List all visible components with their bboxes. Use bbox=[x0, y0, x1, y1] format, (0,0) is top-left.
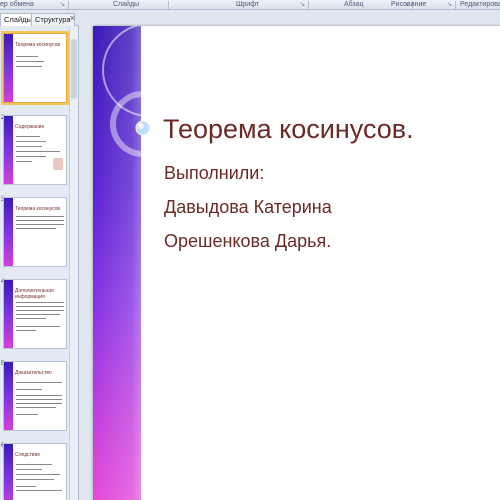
slides-pane: Слайды Структура × 1 Теорема косинусов 2… bbox=[0, 11, 79, 500]
thumbnail-text-line bbox=[16, 389, 42, 390]
ribbon-group-editing[interactable]: Редактирование bbox=[460, 0, 500, 10]
ribbon-group-labels: ер обмена ↘ Слайды Шрифт ↘ Абзац ↘ Рисов… bbox=[0, 0, 500, 10]
pane-tabs: Слайды Структура × bbox=[0, 11, 79, 26]
scrollbar-thumb[interactable] bbox=[71, 39, 77, 99]
ribbon-group-paragraph[interactable]: Абзац bbox=[344, 0, 364, 10]
ribbon-group-font[interactable]: Шрифт bbox=[236, 0, 259, 10]
thumbnail-text-line bbox=[16, 146, 42, 147]
thumbnail-text-line bbox=[16, 395, 62, 396]
slide-thumbnail-1[interactable]: Теорема косинусов bbox=[1, 31, 69, 105]
slide-thumbnail-6[interactable]: Следствие bbox=[3, 443, 67, 500]
thumbnail-strip bbox=[4, 198, 13, 266]
thumbnail-picture bbox=[53, 158, 63, 170]
thumbnail-text-line bbox=[16, 330, 36, 331]
thumbnail-title: Теорема косинусов bbox=[15, 42, 61, 48]
thumbnail-text-line bbox=[16, 56, 38, 57]
ribbon-divider bbox=[68, 1, 69, 9]
thumbnail-text-line bbox=[16, 141, 46, 142]
thumbnail-text-line bbox=[16, 474, 60, 475]
thumbnail-text-line bbox=[16, 314, 60, 315]
thumbnail-strip bbox=[4, 116, 13, 184]
slide-thumbnail-5[interactable]: Доказательство bbox=[3, 361, 67, 431]
thumbnail-text-line bbox=[16, 407, 56, 408]
thumbnail-strip bbox=[4, 280, 13, 348]
thumbnail-text-line bbox=[16, 151, 60, 152]
thumbnail-title: Содержание bbox=[15, 124, 45, 130]
thumbnail-text-line bbox=[16, 479, 54, 480]
slide-canvas[interactable]: Теорема косинусов. Выполнили: Давыдова К… bbox=[93, 26, 500, 500]
slide-body-text[interactable]: Выполнили: Давыдова Катерина Орешенкова … bbox=[164, 156, 332, 258]
thumbnail-text-line bbox=[16, 306, 64, 307]
thumbnail-strip bbox=[4, 362, 13, 430]
thumbnail-title: Следствие bbox=[15, 452, 41, 458]
thumbnail-text-line bbox=[16, 414, 38, 415]
drawing-launcher-icon[interactable]: ↘ bbox=[447, 2, 453, 8]
thumbnail-text-line bbox=[16, 302, 64, 303]
body-line: Орешенкова Дарья. bbox=[164, 231, 332, 251]
thumbnail-text-line bbox=[16, 66, 42, 67]
ribbon-divider bbox=[455, 1, 456, 9]
font-launcher-icon[interactable]: ↘ bbox=[300, 2, 306, 8]
thumbnail-text-line bbox=[16, 310, 64, 311]
tab-outline[interactable]: Структура bbox=[31, 13, 75, 26]
slide-title[interactable]: Теорема косинусов. bbox=[163, 114, 414, 145]
thumbnail-text-line bbox=[16, 216, 64, 217]
slide-thumbnail-3[interactable]: Теорема косинусов bbox=[3, 197, 67, 267]
thumbnail-text-line bbox=[16, 382, 62, 383]
thumbnail-text-line bbox=[16, 464, 52, 465]
thumbnail-title: Теорема косинусов bbox=[15, 206, 61, 212]
ribbon-divider bbox=[168, 1, 169, 9]
slide-thumbnail-4[interactable]: Дополнительная информация bbox=[3, 279, 67, 349]
ribbon-group-clipboard[interactable]: ер обмена bbox=[0, 0, 34, 10]
close-icon[interactable]: × bbox=[70, 13, 75, 24]
thumbnail-text-line bbox=[16, 161, 32, 162]
thumbnail-text-line bbox=[16, 486, 36, 487]
thumbnail-text-line bbox=[16, 469, 42, 470]
thumbnail-title: Доказательство bbox=[15, 370, 52, 376]
ribbon-group-drawing[interactable]: Рисование bbox=[391, 0, 426, 10]
body-line: Давыдова Катерина bbox=[164, 197, 332, 217]
thumbnails-scrollbar[interactable] bbox=[69, 27, 78, 500]
ribbon-group-slides[interactable]: Слайды bbox=[113, 0, 139, 10]
ribbon-divider bbox=[308, 1, 309, 9]
thumbnail-text-line bbox=[16, 220, 64, 221]
thumbnail-text-line bbox=[16, 156, 46, 157]
thumbnail-text-line bbox=[16, 228, 56, 229]
thumbnail-title: Дополнительная информация bbox=[15, 288, 54, 300]
thumbnail-text-line bbox=[16, 224, 64, 225]
thumbnail-text-line bbox=[16, 399, 62, 400]
slide-thumbnail-2[interactable]: Содержание bbox=[3, 115, 67, 185]
thumbnail-text-line bbox=[16, 403, 62, 404]
thumbnail-text-line bbox=[16, 318, 46, 319]
thumbnail-text-line bbox=[16, 136, 40, 137]
thumbnail-text-line bbox=[16, 326, 60, 327]
thumbnail-text-line bbox=[16, 61, 44, 62]
thumbnail-strip bbox=[4, 34, 13, 102]
thumbnail-strip bbox=[4, 444, 13, 500]
decor-circles-icon bbox=[102, 26, 153, 157]
slide-thumbnails: 1 Теорема косинусов 2 Содержание bbox=[0, 27, 79, 500]
thumbnail-text-line bbox=[16, 490, 62, 491]
body-line: Выполнили: bbox=[164, 163, 265, 183]
slide-decor-strip bbox=[93, 26, 153, 500]
clipboard-launcher-icon[interactable]: ↘ bbox=[60, 2, 66, 8]
